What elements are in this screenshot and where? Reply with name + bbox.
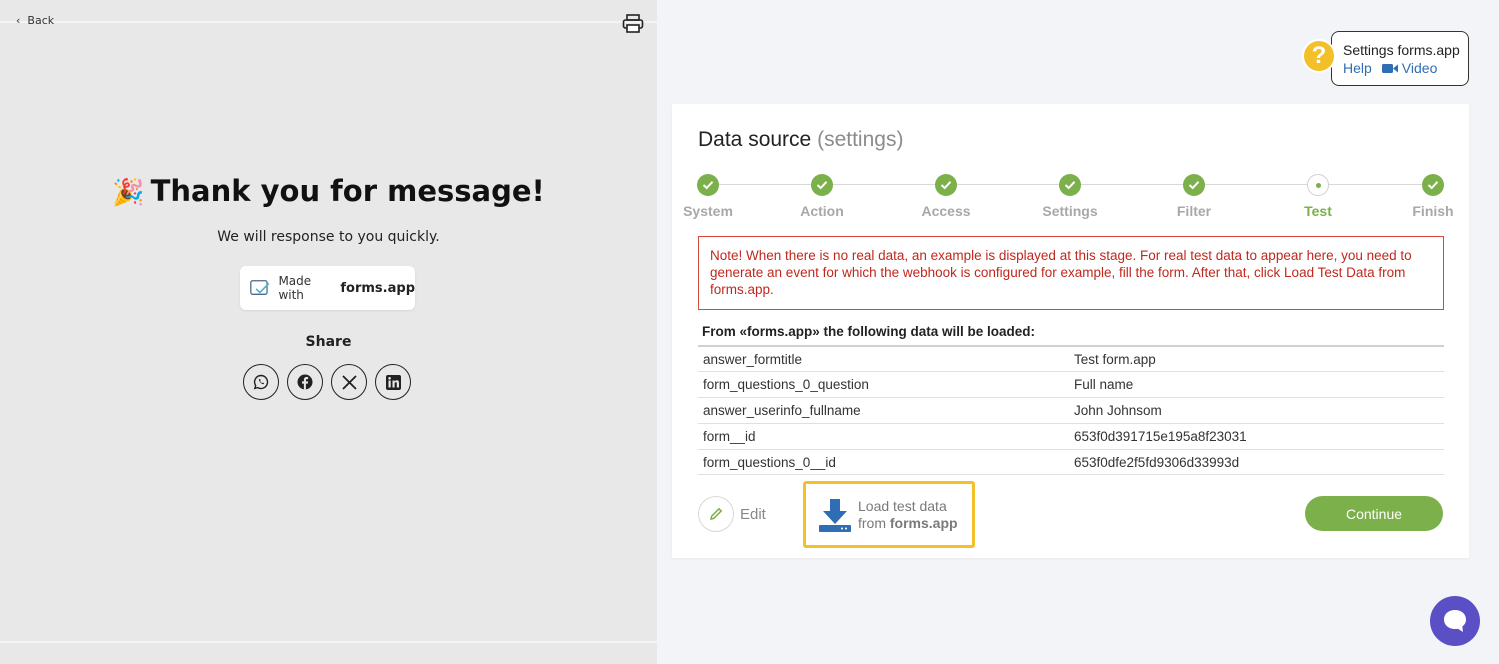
check-icon [1059, 174, 1081, 196]
made-with-label: Made with [278, 274, 312, 302]
video-link[interactable]: Video [1381, 60, 1438, 76]
whatsapp-share-button[interactable] [243, 364, 279, 400]
field-value: 653f0dfe2f5fd9306d33993d [1074, 454, 1240, 470]
share-label: Share [305, 334, 352, 350]
step-label: System [683, 203, 733, 219]
field-key: answer_formtitle [703, 351, 803, 367]
brand-label: forms.app [340, 280, 415, 296]
form-preview-pane: ‹ Back 🎉 Thank you for message! We will r… [0, 0, 657, 664]
download-icon [819, 498, 851, 532]
step-label: Access [921, 203, 971, 219]
facebook-share-button[interactable] [287, 364, 323, 400]
preview-bottom-divider [0, 641, 657, 643]
table-row: form__id 653f0d391715e195a8f23031 [698, 423, 1444, 449]
field-value: John Johnsom [1074, 403, 1162, 418]
step-1[interactable]: Action [772, 174, 872, 219]
forms-app-logo-icon [250, 280, 270, 295]
data-table: answer_formtitle Test form.app form_questi… [698, 345, 1444, 475]
field-key: answer_userinfo_fullname [703, 403, 861, 418]
step-5[interactable]: Test [1268, 174, 1368, 219]
data-source-card: Data source (settings) System Action Acces… [672, 104, 1469, 558]
table-heading: From «forms.app» the following data will… [702, 324, 1036, 339]
x-icon [341, 374, 357, 390]
field-value: Full name [1074, 377, 1134, 392]
help-box: Settings forms.app Help Video [1331, 31, 1469, 86]
step-label: Finish [1412, 203, 1454, 219]
table-row: answer_formtitle Test form.app [698, 345, 1444, 371]
chat-widget-button[interactable] [1430, 596, 1480, 646]
step-label: Filter [1176, 203, 1212, 219]
step-label: Settings [1042, 203, 1098, 219]
made-with-badge[interactable]: Made with forms.app [240, 266, 415, 310]
question-mark-icon[interactable]: ? [1302, 39, 1336, 73]
check-icon [935, 174, 957, 196]
linkedin-share-button[interactable] [375, 364, 411, 400]
x-share-button[interactable] [331, 364, 367, 400]
video-link-label: Video [1401, 60, 1438, 76]
field-key: form_questions_0_question [703, 377, 869, 392]
check-icon [697, 174, 719, 196]
back-button[interactable]: ‹ Back [16, 14, 54, 27]
thank-you-subtitle: We will response to you quickly. [217, 229, 440, 245]
field-value: 653f0d391715e195a8f23031 [1074, 429, 1247, 444]
party-popper-icon: 🎉 [112, 178, 145, 208]
page-title-muted: (settings) [817, 128, 904, 151]
step-3[interactable]: Settings [1020, 174, 1120, 219]
load-label-from: from [858, 514, 886, 531]
field-key: form_questions_0__id [703, 454, 836, 470]
printer-icon[interactable] [622, 14, 644, 34]
check-icon [811, 174, 833, 196]
continue-button[interactable]: Continue [1305, 496, 1443, 531]
step-label: Test [1304, 203, 1332, 219]
pencil-icon [710, 507, 723, 520]
load-label-line1: Load test data [858, 497, 947, 514]
edit-label: Edit [740, 505, 766, 523]
step-label: Action [800, 203, 844, 219]
help-link[interactable]: Help [1343, 60, 1372, 76]
step-current-dot-icon [1307, 174, 1329, 196]
edit-button[interactable]: Edit [698, 496, 766, 532]
facebook-icon [297, 374, 313, 390]
check-icon [1183, 174, 1205, 196]
step-2[interactable]: Access [896, 174, 996, 219]
step-0[interactable]: System [658, 174, 758, 219]
whatsapp-icon [253, 374, 269, 390]
table-row: form_questions_0_question Full name [698, 371, 1444, 397]
field-value: Test form.app [1074, 351, 1156, 367]
step-6[interactable]: Finish [1383, 174, 1483, 219]
table-row: form_questions_0__id 653f0dfe2f5fd9306d33… [698, 449, 1444, 475]
chat-bubble-icon [1444, 610, 1466, 632]
load-label-brand: forms.app [889, 514, 958, 531]
help-box-title: Settings forms.app [1343, 42, 1460, 58]
step-4[interactable]: Filter [1144, 174, 1244, 219]
warning-note: Note! When there is no real data, an exa… [698, 236, 1444, 310]
preview-top-divider [0, 21, 657, 23]
thank-you-title: 🎉 Thank you for message! [112, 174, 545, 208]
table-row: answer_userinfo_fullname John Johnsom [698, 397, 1444, 423]
linkedin-icon [385, 374, 401, 390]
load-test-data-button[interactable]: Load test data from forms.app [803, 481, 975, 548]
back-label: Back [27, 14, 55, 27]
chevron-left-icon: ‹ [16, 14, 21, 27]
check-icon [1422, 174, 1444, 196]
page-title: Data source (settings) [698, 128, 904, 151]
video-camera-icon [1381, 63, 1398, 73]
field-key: form__id [703, 429, 756, 444]
